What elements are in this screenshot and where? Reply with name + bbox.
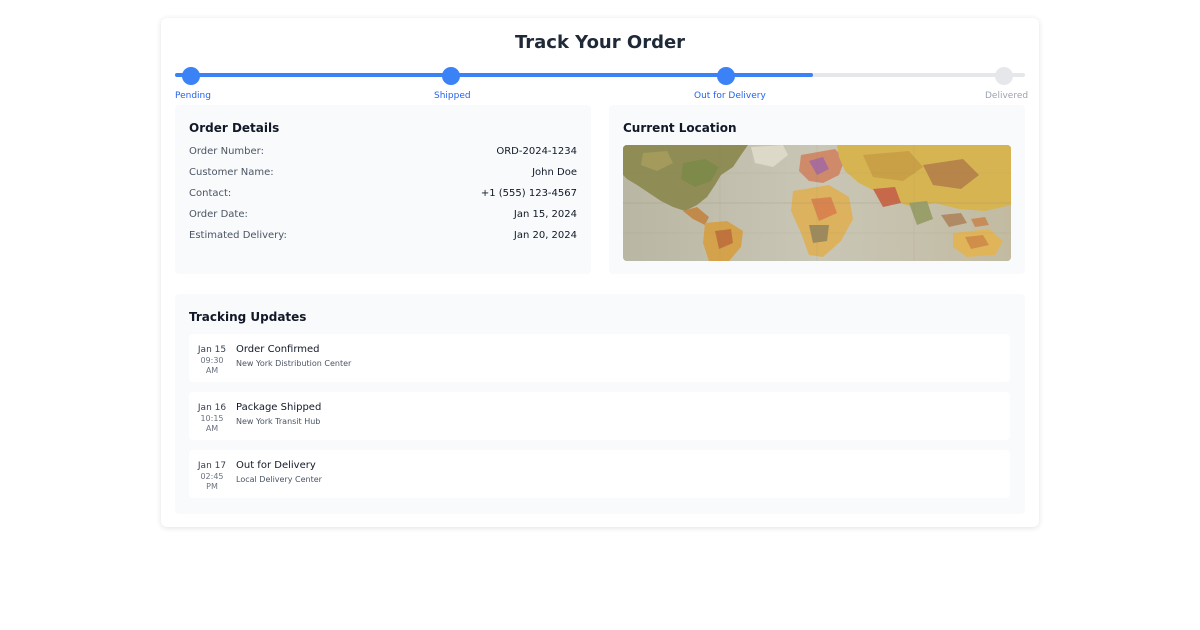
progress-track: [175, 73, 1025, 77]
order-details-panel: Order Details Order Number: ORD-2024-123…: [175, 105, 591, 274]
step-out-for-delivery: Out for Delivery: [694, 67, 766, 101]
step-dot: [442, 67, 460, 85]
page-title: Track Your Order: [514, 32, 686, 53]
step-dot: [717, 67, 735, 85]
current-location-title: Current Location: [623, 121, 737, 135]
update-title: Package Shipped: [236, 402, 322, 413]
update-date: Jan 15: [197, 345, 227, 355]
detail-estimated-delivery: Estimated Delivery: Jan 20, 2024: [189, 230, 577, 244]
update-time-period: AM: [205, 424, 219, 433]
update-location: New York Transit Hub: [236, 417, 321, 426]
update-time: 10:15 AM: [193, 414, 231, 434]
detail-value: ORD-2024-1234: [496, 146, 577, 157]
step-delivered: Delivered: [985, 67, 1028, 101]
order-tracking-card: Track Your Order Pending Shipped Out for…: [161, 18, 1039, 527]
update-time-period: AM: [205, 366, 219, 375]
update-time-period: PM: [206, 482, 218, 491]
detail-label: Customer Name:: [189, 167, 274, 178]
update-time: 09:30 AM: [193, 356, 231, 376]
detail-label: Contact:: [189, 188, 232, 199]
detail-contact: Contact: +1 (555) 123-4567: [189, 188, 577, 202]
order-details-title: Order Details: [189, 121, 280, 135]
update-location: Local Delivery Center: [236, 475, 322, 484]
update-time-value: 09:30: [200, 356, 224, 365]
tracking-update-item: Jan 17 02:45 PM Out for Delivery Local D…: [189, 450, 1010, 498]
update-time-value: 10:15: [200, 414, 224, 423]
update-time: 02:45 PM: [193, 472, 231, 492]
tracking-update-item: Jan 15 09:30 AM Order Confirmed New York…: [189, 334, 1010, 382]
update-title: Order Confirmed: [236, 344, 320, 355]
step-label: Shipped: [434, 91, 471, 101]
detail-label: Estimated Delivery:: [189, 230, 287, 241]
step-pending: Pending: [175, 67, 211, 101]
current-location-panel: Current Location: [609, 105, 1025, 274]
step-shipped: Shipped: [434, 67, 471, 101]
detail-order-number: Order Number: ORD-2024-1234: [189, 146, 577, 160]
detail-customer-name: Customer Name: John Doe: [189, 167, 577, 181]
tracking-update-item: Jan 16 10:15 AM Package Shipped New York…: [189, 392, 1010, 440]
detail-label: Order Number:: [189, 146, 264, 157]
update-time-value: 02:45: [200, 472, 224, 481]
step-label: Out for Delivery: [694, 91, 766, 101]
tracking-updates-panel: Tracking Updates Jan 15 09:30 AM Order C…: [175, 294, 1025, 514]
world-map-image: [623, 145, 1011, 261]
detail-value: Jan 15, 2024: [513, 209, 577, 220]
step-dot: [995, 67, 1013, 85]
update-date: Jan 17: [197, 461, 227, 471]
detail-value: Jan 20, 2024: [513, 230, 577, 241]
update-date: Jan 16: [197, 403, 227, 413]
step-dot: [182, 67, 200, 85]
tracking-updates-title: Tracking Updates: [189, 310, 307, 324]
update-location: New York Distribution Center: [236, 359, 352, 368]
detail-value: +1 (555) 123-4567: [480, 188, 577, 199]
detail-label: Order Date:: [189, 209, 248, 220]
world-map-icon: [623, 145, 1011, 261]
detail-order-date: Order Date: Jan 15, 2024: [189, 209, 577, 223]
step-label: Pending: [175, 91, 211, 101]
detail-value: John Doe: [532, 167, 577, 178]
update-title: Out for Delivery: [236, 460, 316, 471]
step-label: Delivered: [985, 91, 1029, 101]
